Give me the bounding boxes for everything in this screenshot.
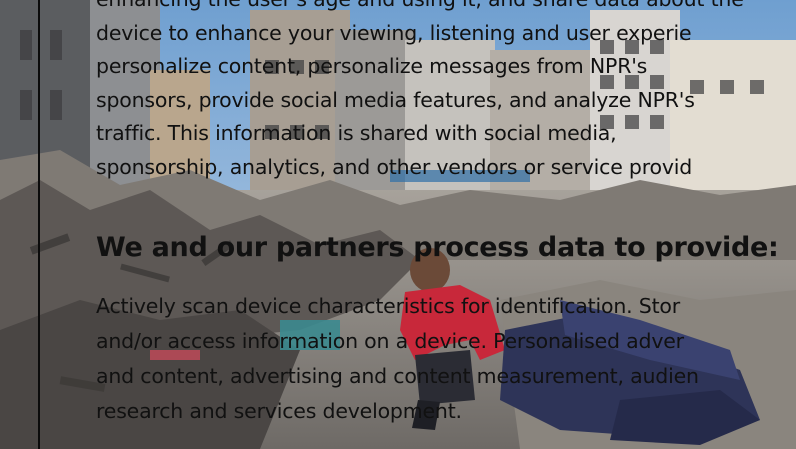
purposes-list: Actively scan device characteristics for… <box>96 289 699 429</box>
consent-line: sponsorship, analytics, and other vendor… <box>96 154 693 179</box>
partners-purposes-heading: We and our partners process data to prov… <box>96 232 779 263</box>
purposes-line: and/or access information on a device. P… <box>96 329 684 353</box>
consent-line: sponsors, provide social media features,… <box>96 87 695 112</box>
consent-line: enhancing the user's age and using it, a… <box>96 0 744 17</box>
consent-line: personalize content, personalize message… <box>96 54 648 78</box>
consent-line: traffic. This information is shared with… <box>96 121 617 145</box>
purposes-line: and content, advertising and content mea… <box>96 364 699 388</box>
page-divider-line <box>38 0 40 449</box>
consent-line: device to enhance your viewing, listenin… <box>96 20 692 45</box>
purposes-line: research and services development. <box>96 399 462 423</box>
purposes-line: Actively scan device characteristics for… <box>96 294 680 318</box>
consent-description: enhancing the user's age and using it, a… <box>96 0 744 184</box>
cookie-consent-panel: enhancing the user's age and using it, a… <box>96 0 796 449</box>
